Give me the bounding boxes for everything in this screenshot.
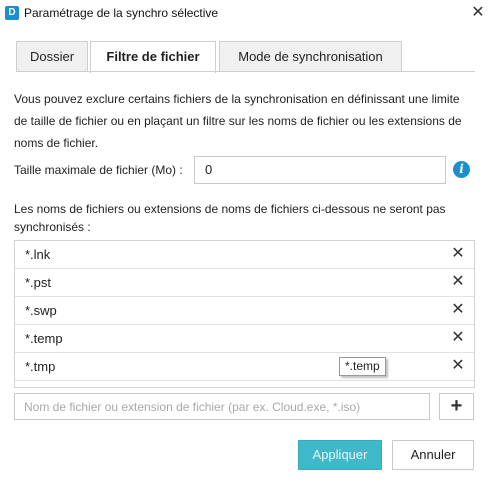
- close-icon[interactable]: ✕: [466, 1, 490, 25]
- list-item-label: *.lnk: [25, 247, 51, 262]
- new-filter-input[interactable]: [14, 393, 430, 420]
- add-filter-button[interactable]: +: [439, 393, 474, 420]
- excluded-list-description: Les noms de fichiers ou extensions de no…: [14, 202, 446, 234]
- excluded-files-list: *.lnk ✕ *.pst ✕ *.swp ✕ *.temp ✕ *.tmp ✕: [14, 240, 475, 388]
- remove-icon[interactable]: ✕: [448, 328, 468, 348]
- remove-icon[interactable]: ✕: [448, 300, 468, 320]
- list-item-label: *.swp: [25, 303, 57, 318]
- list-item: *.tmp ✕: [15, 353, 474, 381]
- max-size-input[interactable]: 0: [194, 156, 446, 184]
- window-title: Paramétrage de la synchro sélective: [24, 6, 219, 20]
- remove-icon[interactable]: ✕: [448, 244, 468, 264]
- list-item: *.pst ✕: [15, 269, 474, 297]
- list-item: *.temp ✕: [15, 325, 474, 353]
- list-item-label: *.pst: [25, 275, 52, 290]
- tab-dossier[interactable]: Dossier: [16, 41, 88, 72]
- cancel-button[interactable]: Annuler: [392, 440, 474, 470]
- info-icon[interactable]: i: [453, 161, 470, 178]
- app-icon: D: [5, 6, 19, 20]
- tab-divider: [16, 71, 475, 72]
- apply-button[interactable]: Appliquer: [298, 440, 382, 470]
- tab-mode-de-synchronisation[interactable]: Mode de synchronisation: [219, 41, 402, 72]
- list-item: *.lnk ✕: [15, 241, 474, 269]
- filter-description: Vous pouvez exclure certains fichiers de…: [14, 92, 462, 150]
- title-bar: D Paramétrage de la synchro sélective ✕: [0, 0, 491, 28]
- max-size-label: Taille maximale de fichier (Mo) :: [14, 163, 183, 177]
- list-item-label: *.temp: [25, 331, 63, 346]
- tooltip: *.temp: [339, 357, 386, 376]
- remove-icon[interactable]: ✕: [448, 356, 468, 376]
- list-item: *.swp ✕: [15, 297, 474, 325]
- tab-filtre-de-fichier[interactable]: Filtre de fichier: [90, 41, 216, 73]
- remove-icon[interactable]: ✕: [448, 272, 468, 292]
- list-item-label: *.tmp: [25, 359, 56, 374]
